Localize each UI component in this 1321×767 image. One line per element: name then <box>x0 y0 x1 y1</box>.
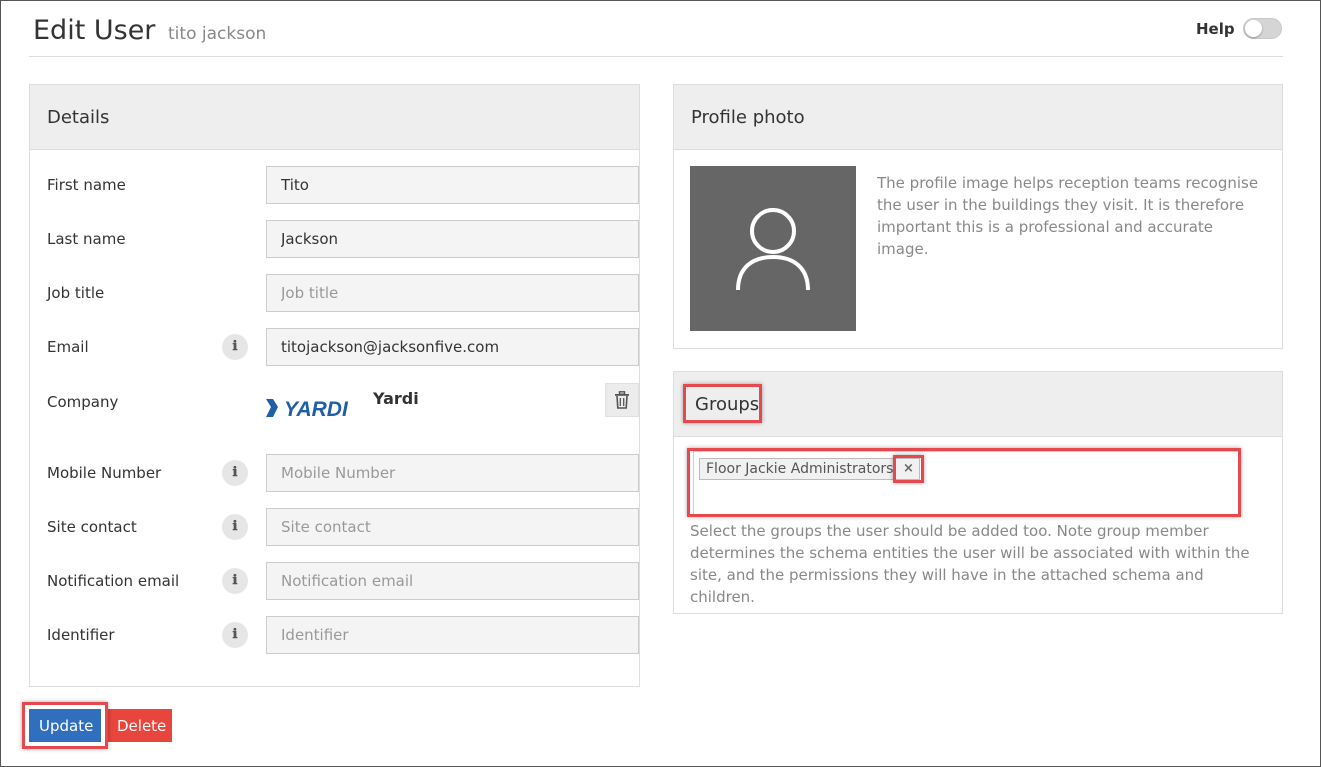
header-divider <box>29 56 1283 57</box>
site-contact-row: Site contact ℹ <box>47 508 639 546</box>
page-subtitle: tito jackson <box>168 24 267 44</box>
company-label: Company <box>47 393 119 411</box>
identifier-row: Identifier ℹ <box>47 616 639 654</box>
last-name-input[interactable] <box>266 220 639 258</box>
help-toggle-group: Help <box>1196 18 1282 39</box>
notification-email-input[interactable] <box>266 562 639 600</box>
email-input[interactable] <box>266 328 639 366</box>
email-info-icon[interactable]: ℹ <box>222 334 248 360</box>
identifier-input[interactable] <box>266 616 639 654</box>
help-toggle[interactable] <box>1242 18 1282 39</box>
first-name-label: First name <box>47 176 126 194</box>
site-contact-label: Site contact <box>47 518 137 536</box>
details-panel-title: Details <box>30 85 639 150</box>
site-contact-info-icon[interactable]: ℹ <box>222 514 248 540</box>
help-label: Help <box>1196 19 1235 38</box>
profile-photo-upload[interactable] <box>690 166 856 331</box>
mobile-number-row: Mobile Number ℹ <box>47 454 639 492</box>
page-title: Edit User tito jackson <box>33 15 266 46</box>
notification-email-label: Notification email <box>47 572 180 590</box>
email-row: Email ℹ <box>47 328 639 366</box>
mobile-number-info-icon[interactable]: ℹ <box>222 460 248 486</box>
update-button[interactable]: Update <box>29 709 101 742</box>
last-name-row: Last name <box>47 220 639 258</box>
company-row: Company YARDI Yardi <box>47 383 639 427</box>
job-title-input[interactable] <box>266 274 639 312</box>
job-title-row: Job title <box>47 274 639 312</box>
groups-panel-header: Groups <box>674 372 1282 437</box>
app-frame: Edit User tito jackson Help Details Firs… <box>0 0 1321 767</box>
profile-photo-panel: Profile photo The profile image helps re… <box>673 84 1283 349</box>
trash-icon <box>615 391 629 409</box>
yardi-logo-text: YARDI <box>284 398 349 421</box>
notification-email-row: Notification email ℹ <box>47 562 639 600</box>
delete-button[interactable]: Delete <box>107 709 172 742</box>
first-name-input[interactable] <box>266 166 639 204</box>
identifier-label: Identifier <box>47 626 115 644</box>
last-name-label: Last name <box>47 230 126 248</box>
identifier-info-icon[interactable]: ℹ <box>222 622 248 648</box>
groups-multiselect[interactable]: Floor Jackie Administrators × <box>693 451 1239 517</box>
groups-title: Groups <box>695 393 760 415</box>
user-avatar-icon <box>736 207 810 290</box>
site-contact-input[interactable] <box>266 508 639 546</box>
job-title-label: Job title <box>47 284 105 302</box>
first-name-row: First name <box>47 166 639 204</box>
company-name: Yardi <box>373 389 419 408</box>
groups-help-text: Select the groups the user should be add… <box>690 522 1250 606</box>
email-label: Email <box>47 338 89 356</box>
groups-panel: Groups Floor Jackie Administrators × Sel… <box>673 371 1283 614</box>
yardi-logo: YARDI <box>266 395 366 421</box>
profile-photo-title: Profile photo <box>674 85 1282 150</box>
details-panel: Details First name Last name Job title E… <box>29 84 640 687</box>
notification-email-info-icon[interactable]: ℹ <box>222 568 248 594</box>
profile-photo-description: The profile image helps reception teams … <box>877 174 1259 258</box>
page-title-text: Edit User <box>33 15 156 46</box>
mobile-number-input[interactable] <box>266 454 639 492</box>
help-toggle-knob <box>1244 20 1262 37</box>
remove-company-button[interactable] <box>605 383 639 417</box>
mobile-number-label: Mobile Number <box>47 464 162 482</box>
remove-group-icon[interactable]: × <box>901 462 915 476</box>
group-tag: Floor Jackie Administrators × <box>699 458 921 480</box>
group-tag-label: Floor Jackie Administrators <box>706 461 894 477</box>
